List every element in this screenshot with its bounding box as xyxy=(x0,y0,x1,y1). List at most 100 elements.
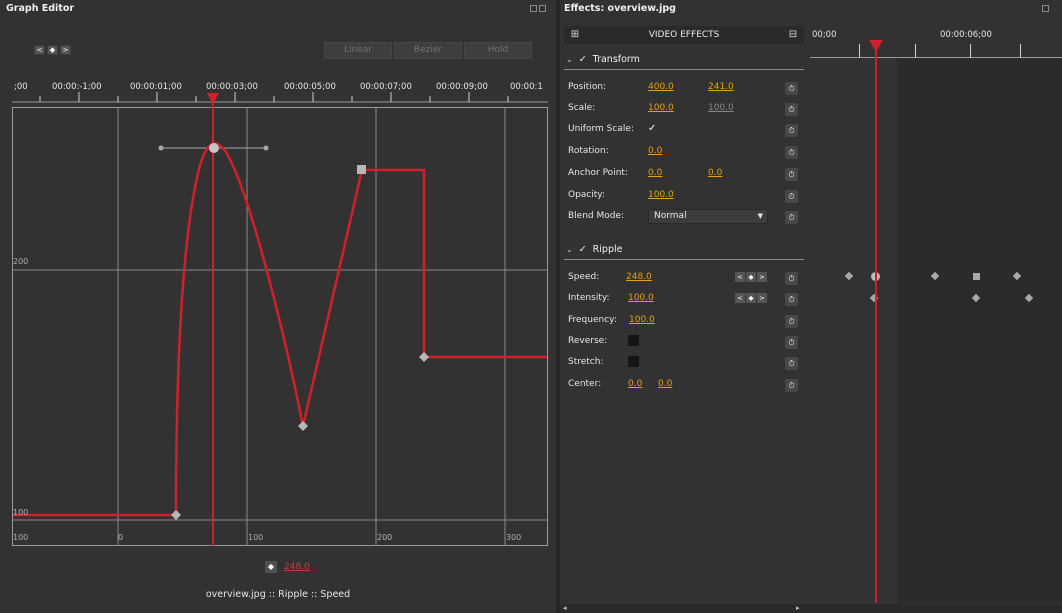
graph-canvas[interactable] xyxy=(0,80,556,550)
keyframe-point[interactable] xyxy=(298,421,308,431)
stopwatch-icon[interactable]: ⏱ xyxy=(785,103,798,116)
effects-title: Effects: overview.jpg xyxy=(564,3,676,14)
rotation-value[interactable]: 0.0 xyxy=(648,146,662,156)
anchor-y-value[interactable]: 0.0 xyxy=(708,168,722,178)
bezier-handle-right[interactable] xyxy=(263,145,269,151)
speed-value[interactable]: 248.0 xyxy=(626,272,652,282)
keyframe-ruler[interactable]: 00;00 00:00:06;00 xyxy=(810,22,1062,58)
stopwatch-icon[interactable]: ⏱ xyxy=(785,190,798,203)
ripple-section-header[interactable]: ⌄ ✓ Ripple xyxy=(566,241,622,257)
bezier-handle-left[interactable] xyxy=(158,145,164,151)
close-icon[interactable] xyxy=(539,5,546,12)
chevron-down-icon[interactable]: ⌄ xyxy=(566,55,573,64)
stretch-label: Stretch: xyxy=(568,357,604,367)
stopwatch-icon[interactable]: ⏱ xyxy=(785,272,798,285)
linear-button[interactable]: Linear xyxy=(324,42,392,59)
stopwatch-icon[interactable]: ⏱ xyxy=(785,168,798,181)
timeline-playhead-marker[interactable] xyxy=(869,40,883,52)
ripple-title: Ripple xyxy=(592,243,623,255)
keyframe-timeline-panel: 00;00 00:00:06;00 xyxy=(810,0,1062,613)
timeline-horizontal-scrollbar[interactable] xyxy=(810,604,1062,613)
stopwatch-icon[interactable]: ⏱ xyxy=(785,315,798,328)
graph-editor-title: Graph Editor xyxy=(6,3,75,14)
scroll-left-icon[interactable]: ◂ xyxy=(563,604,567,612)
uniform-scale-checkbox[interactable]: ✓ xyxy=(648,123,659,134)
stopwatch-icon[interactable]: ⏱ xyxy=(785,336,798,349)
intensity-label: Intensity: xyxy=(568,293,610,303)
graph-keyframe-nav: < ◆ > xyxy=(34,45,71,55)
keyframe-point[interactable] xyxy=(419,352,429,362)
hold-button[interactable]: Hold xyxy=(464,42,532,59)
opacity-row: Opacity: 100.0 ⏱ xyxy=(568,188,804,204)
clip-range xyxy=(897,58,1062,603)
blend-mode-select[interactable]: Normal ▼ xyxy=(648,209,768,224)
position-label: Position: xyxy=(568,82,607,92)
transform-enable-check[interactable]: ✓ xyxy=(579,54,587,65)
ripple-enable-check[interactable]: ✓ xyxy=(579,244,587,255)
prev-keyframe-button[interactable]: < xyxy=(34,45,45,55)
timeline-playhead[interactable] xyxy=(875,46,877,603)
position-y-value[interactable]: 241.0 xyxy=(708,82,734,92)
graph-caption: overview.jpg :: Ripple :: Speed xyxy=(205,589,351,600)
next-keyframe-button[interactable]: > xyxy=(757,293,767,303)
graph-editor-window-controls xyxy=(530,5,546,12)
reverse-label: Reverse: xyxy=(568,336,608,346)
keyframe-marker[interactable] xyxy=(844,271,854,281)
scroll-right-icon[interactable]: ▸ xyxy=(796,604,800,612)
timeline-time-label: 00:00:06;00 xyxy=(940,30,992,40)
scale-x-value[interactable]: 100.0 xyxy=(648,103,674,113)
ruler-tick xyxy=(970,44,971,58)
ruler-ticks xyxy=(39,92,509,102)
prev-keyframe-button[interactable]: < xyxy=(735,272,745,282)
current-value-field[interactable]: 248.0 xyxy=(284,562,310,572)
stopwatch-icon[interactable]: ⏱ xyxy=(785,357,798,370)
effects-add-icon[interactable]: ⊟ xyxy=(786,29,800,41)
bottom-axis-label: 200 xyxy=(377,533,393,542)
center-y-value[interactable]: 0.0 xyxy=(658,379,672,389)
next-keyframe-button[interactable]: > xyxy=(60,45,71,55)
position-row: Position: 400.0 241.0 ⏱ xyxy=(568,80,804,96)
stopwatch-icon[interactable]: ⏱ xyxy=(785,293,798,306)
blend-mode-row: Blend Mode: Normal ▼ ⏱ xyxy=(568,209,804,225)
keyframe-point[interactable] xyxy=(357,165,366,174)
rotation-row: Rotation: 0.0 ⏱ xyxy=(568,144,804,160)
toggle-keyframe-button[interactable]: ◆ xyxy=(746,293,756,303)
stretch-row: Stretch: ⏱ xyxy=(568,355,804,371)
stopwatch-icon[interactable]: ⏱ xyxy=(785,146,798,159)
toggle-keyframe-button[interactable]: ◆ xyxy=(47,45,58,55)
effects-horizontal-scrollbar[interactable]: ◂ ▸ xyxy=(560,604,810,613)
transform-section-header[interactable]: ⌄ ✓ Transform xyxy=(566,51,640,67)
keyframe-point[interactable] xyxy=(171,510,181,520)
intensity-value[interactable]: 100.0 xyxy=(628,293,654,303)
bezier-button[interactable]: Bezier xyxy=(394,42,462,59)
reverse-checkbox[interactable] xyxy=(628,335,639,346)
float-icon[interactable] xyxy=(530,5,537,12)
anchor-x-value[interactable]: 0.0 xyxy=(648,168,662,178)
toggle-keyframe-button[interactable]: ◆ xyxy=(746,272,756,282)
stopwatch-icon[interactable]: ⏱ xyxy=(785,124,798,137)
chevron-down-icon[interactable]: ⌄ xyxy=(566,245,573,254)
anchor-point-label: Anchor Point: xyxy=(568,168,628,178)
scale-y-value[interactable]: 100.0 xyxy=(708,103,734,113)
prev-keyframe-button[interactable]: < xyxy=(735,293,745,303)
frequency-value[interactable]: 100.0 xyxy=(629,315,655,325)
next-keyframe-button[interactable]: > xyxy=(757,272,767,282)
playhead-marker[interactable] xyxy=(207,93,219,105)
float-icon[interactable] xyxy=(1042,5,1049,12)
center-x-value[interactable]: 0.0 xyxy=(628,379,642,389)
keyframe-point[interactable] xyxy=(209,143,219,153)
stopwatch-icon[interactable]: ⏱ xyxy=(785,211,798,224)
ruler-tick xyxy=(859,44,860,58)
position-x-value[interactable]: 400.0 xyxy=(648,82,674,92)
keyframe-marker[interactable] xyxy=(973,273,980,280)
opacity-value[interactable]: 100.0 xyxy=(648,190,674,200)
transform-title: Transform xyxy=(592,53,640,65)
section-divider xyxy=(564,69,804,70)
stopwatch-icon[interactable]: ⏱ xyxy=(785,82,798,95)
speed-curve[interactable] xyxy=(13,142,547,517)
stretch-checkbox[interactable] xyxy=(628,356,639,367)
reverse-row: Reverse: ⏱ xyxy=(568,334,804,350)
speed-keyframe-nav: < ◆ > xyxy=(735,272,767,282)
keyframe-toggle-button[interactable]: ◆ xyxy=(265,561,277,573)
stopwatch-icon[interactable]: ⏱ xyxy=(785,379,798,392)
